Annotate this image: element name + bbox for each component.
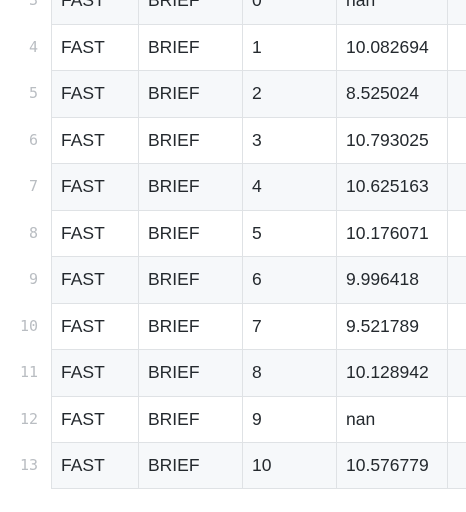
index-cell: 10 [243,443,337,488]
descriptor-cell: BRIEF [139,164,243,210]
index-cell: 6 [243,257,337,303]
table-row: 3 FAST BRIEF 0 nan [0,0,466,24]
row-cells: FAST BRIEF 8 10.128942 [51,349,466,396]
table-row: 5 FAST BRIEF 2 8.525024 [0,70,466,117]
detector-cell: FAST [52,396,139,442]
detector-cell: FAST [52,443,139,488]
row-cells: FAST BRIEF 5 10.176071 [51,209,466,256]
value-cell: 10.793025 [337,117,448,163]
row-cells: FAST BRIEF 1 10.082694 [51,23,466,70]
value-cell: nan [337,0,448,24]
descriptor-cell: BRIEF [139,0,243,24]
index-cell: 5 [243,210,337,256]
table-row: 9 FAST BRIEF 6 9.996418 [0,256,466,303]
value-cell: 10.576779 [337,443,448,488]
table-row: 11 FAST BRIEF 8 10.128942 [0,349,466,396]
line-number[interactable]: 4 [0,23,51,70]
line-number[interactable]: 12 [0,395,51,442]
descriptor-cell: BRIEF [139,117,243,163]
line-number[interactable]: 5 [0,70,51,117]
detector-cell: FAST [52,303,139,349]
detector-cell: FAST [52,117,139,163]
detector-cell: FAST [52,350,139,396]
table-row: 6 FAST BRIEF 3 10.793025 [0,116,466,163]
value-cell: nan [337,396,448,442]
descriptor-cell: BRIEF [139,350,243,396]
descriptor-cell: BRIEF [139,443,243,488]
index-cell: 7 [243,303,337,349]
row-cells: FAST BRIEF 2 8.525024 [51,70,466,117]
row-cells: FAST BRIEF 4 10.625163 [51,163,466,210]
row-cells: FAST BRIEF 10 10.576779 [51,442,466,489]
line-number[interactable]: 13 [0,442,51,489]
detector-cell: FAST [52,164,139,210]
row-cells: FAST BRIEF 0 nan [51,0,466,24]
detector-cell: FAST [52,210,139,256]
table-row: 8 FAST BRIEF 5 10.176071 [0,209,466,256]
detector-cell: FAST [52,0,139,24]
table-row: 7 FAST BRIEF 4 10.625163 [0,163,466,210]
value-cell: 9.996418 [337,257,448,303]
table-row: 10 FAST BRIEF 7 9.521789 [0,302,466,349]
table-row: 13 FAST BRIEF 10 10.576779 [0,442,466,489]
line-number[interactable]: 11 [0,349,51,396]
value-cell: 10.082694 [337,24,448,70]
value-cell: 8.525024 [337,71,448,117]
line-number[interactable]: 6 [0,116,51,163]
index-cell: 2 [243,71,337,117]
value-cell: 10.625163 [337,164,448,210]
line-number[interactable]: 10 [0,302,51,349]
line-number[interactable]: 3 [0,0,51,24]
descriptor-cell: BRIEF [139,396,243,442]
detector-cell: FAST [52,257,139,303]
descriptor-cell: BRIEF [139,210,243,256]
descriptor-cell: BRIEF [139,257,243,303]
value-cell: 9.521789 [337,303,448,349]
csv-table: 3 FAST BRIEF 0 nan 4 FAST BRIEF 1 10.082694 5 FAST B… [0,0,466,489]
value-cell: 10.176071 [337,210,448,256]
descriptor-cell: BRIEF [139,303,243,349]
detector-cell: FAST [52,24,139,70]
index-cell: 4 [243,164,337,210]
line-number[interactable]: 8 [0,209,51,256]
line-number[interactable]: 7 [0,163,51,210]
index-cell: 9 [243,396,337,442]
index-cell: 3 [243,117,337,163]
row-cells: FAST BRIEF 6 9.996418 [51,256,466,303]
csv-table-viewer: 3 FAST BRIEF 0 nan 4 FAST BRIEF 1 10.082694 5 FAST B… [0,0,466,489]
value-cell: 10.128942 [337,350,448,396]
table-row: 4 FAST BRIEF 1 10.082694 [0,23,466,70]
index-cell: 1 [243,24,337,70]
descriptor-cell: BRIEF [139,71,243,117]
index-cell: 8 [243,350,337,396]
row-cells: FAST BRIEF 7 9.521789 [51,302,466,349]
detector-cell: FAST [52,71,139,117]
line-number[interactable]: 9 [0,256,51,303]
descriptor-cell: BRIEF [139,24,243,70]
row-cells: FAST BRIEF 9 nan [51,395,466,442]
index-cell: 0 [243,0,337,24]
row-cells: FAST BRIEF 3 10.793025 [51,116,466,163]
table-row: 12 FAST BRIEF 9 nan [0,395,466,442]
